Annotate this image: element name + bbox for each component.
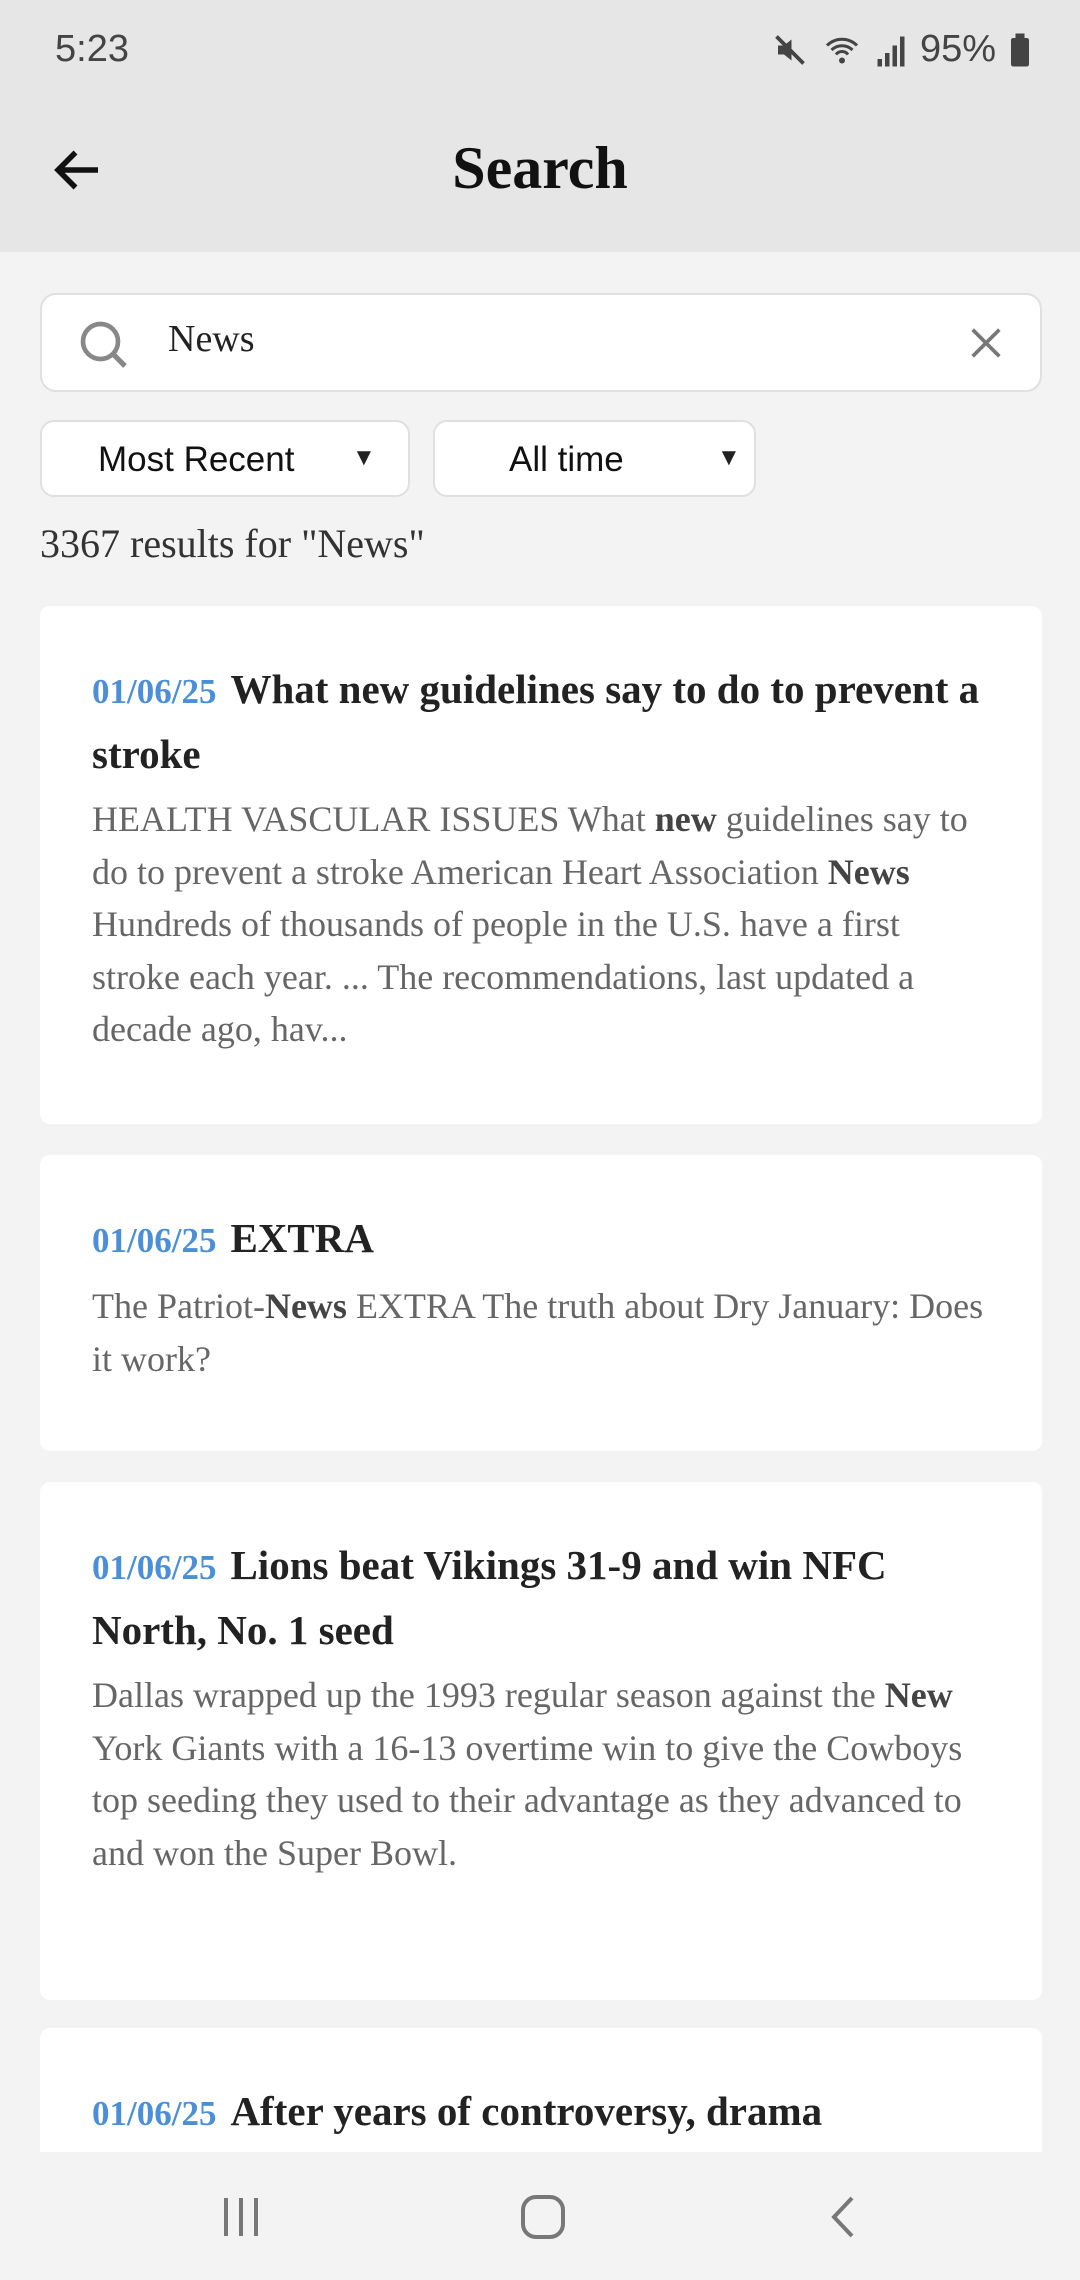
highlighted-term: News xyxy=(264,1286,347,1326)
sort-dropdown[interactable]: Most Recent ▼ xyxy=(40,420,410,497)
snippet-text: HEALTH VASCULAR ISSUES What xyxy=(92,799,655,839)
highlighted-term: New xyxy=(884,1675,953,1715)
snippet-text: York Giants with a 16-13 overtime win to… xyxy=(92,1727,963,1873)
chevron-down-icon: ▼ xyxy=(352,444,376,471)
result-date: 01/06/25 xyxy=(92,1548,217,1587)
result-date: 01/06/25 xyxy=(92,2094,217,2133)
clear-icon[interactable] xyxy=(966,323,1006,363)
result-snippet: The Patriot-News EXTRA The truth about D… xyxy=(92,1280,990,1385)
snippet-text: Hundreds of thousands of people in the U… xyxy=(92,904,915,1049)
result-title[interactable]: 01/06/25 After years of controversy, dram… xyxy=(92,2080,990,2145)
sort-label: Most Recent xyxy=(98,440,295,479)
app-header: Search xyxy=(0,110,1080,252)
page-title: Search xyxy=(452,135,628,201)
mute-icon xyxy=(775,34,805,65)
result-snippet: HEALTH VASCULAR ISSUES What new guidelin… xyxy=(92,793,990,1056)
search-value[interactable]: News xyxy=(168,317,255,361)
time-range-dropdown[interactable]: All time ▼ xyxy=(433,420,756,497)
signal-icon xyxy=(877,36,905,66)
result-card[interactable]: 01/06/25 Lions beat Vikings 31-9 and win … xyxy=(40,1482,1042,2000)
highlighted-term: new xyxy=(654,799,717,839)
result-date: 01/06/25 xyxy=(92,672,217,711)
status-time: 5:23 xyxy=(55,28,129,70)
back-icon[interactable] xyxy=(828,2194,858,2240)
status-bar: 5:23 95% xyxy=(0,0,1080,110)
result-card[interactable]: 01/06/25 What new guidelines say to do to… xyxy=(40,606,1042,1124)
result-card[interactable]: 01/06/25 EXTRA The Patriot-News EXTRA The … xyxy=(40,1155,1042,1451)
snippet-text: Dallas wrapped up the 1993 regular seaso… xyxy=(92,1675,885,1715)
snippet-text: The Patriot- xyxy=(92,1286,265,1326)
chevron-down-icon: ▼ xyxy=(717,444,741,471)
result-title-text: After years of controversy, drama xyxy=(230,2088,823,2134)
result-title[interactable]: 01/06/25 EXTRA xyxy=(92,1207,990,1272)
battery-icon xyxy=(1011,33,1029,66)
result-title[interactable]: 01/06/25 Lions beat Vikings 31-9 and win … xyxy=(92,1534,990,1661)
result-title-text: What new guidelines say to do to prevent… xyxy=(92,666,980,777)
result-snippet: Dallas wrapped up the 1993 regular seaso… xyxy=(92,1669,990,1879)
recent-apps-icon[interactable] xyxy=(218,2196,264,2238)
battery-percent: 95% xyxy=(919,28,996,70)
time-range-label: All time xyxy=(509,440,624,479)
result-date: 01/06/25 xyxy=(92,1221,217,1260)
search-input[interactable]: News xyxy=(40,293,1042,392)
result-title-text: EXTRA xyxy=(230,1215,374,1261)
home-icon[interactable] xyxy=(520,2194,566,2240)
results-count: 3367 results for "News" xyxy=(40,521,425,566)
system-nav-bar xyxy=(0,2152,1080,2280)
highlighted-term: News xyxy=(827,851,910,892)
wifi-icon xyxy=(825,37,859,63)
search-icon xyxy=(80,321,127,368)
result-title[interactable]: 01/06/25 What new guidelines say to do to… xyxy=(92,658,990,785)
